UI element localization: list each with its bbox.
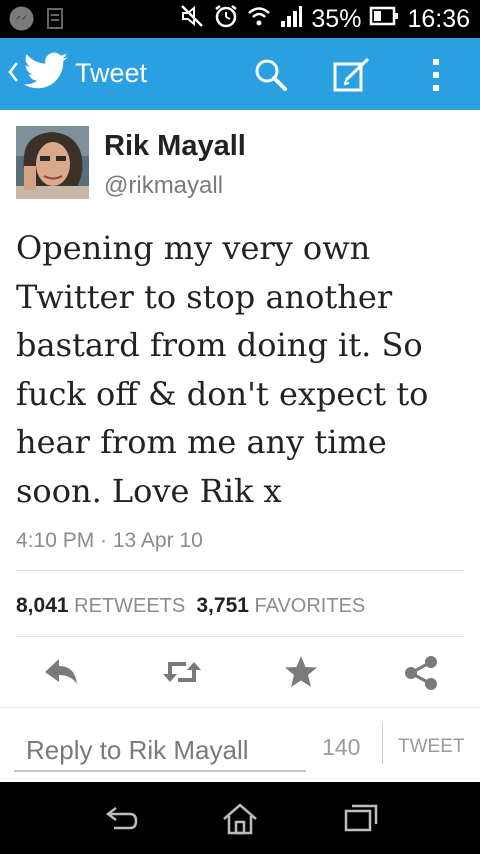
favorites-label[interactable]: FAVORITES [255, 595, 366, 617]
tweet-timestamp: 4:10 PM · 13 Apr 10 [16, 529, 203, 552]
recents-icon[interactable] [343, 802, 379, 839]
clock: 16:36 [407, 5, 470, 33]
favorite-icon[interactable] [283, 654, 319, 695]
action-bar: Tweet [0, 38, 480, 110]
tweet-stats: 8,041 RETWEETS 3,751 FAVORITES [16, 594, 365, 618]
favorites-count[interactable]: 3,751 [196, 594, 249, 617]
compose-icon[interactable] [332, 56, 372, 99]
reply-icon[interactable] [42, 654, 80, 695]
back-arrow-icon[interactable] [6, 58, 20, 91]
back-icon[interactable] [104, 802, 140, 839]
tweet-text: Opening my very own Twitter to stop anot… [16, 229, 429, 510]
search-icon[interactable] [252, 56, 290, 99]
signal-icon [279, 3, 303, 36]
retweet-icon[interactable] [162, 654, 202, 695]
divider [16, 570, 464, 571]
avatar[interactable] [16, 126, 89, 199]
share-icon[interactable] [402, 654, 440, 697]
battery-icon [369, 5, 399, 34]
alarm-icon [213, 3, 239, 36]
page-title[interactable]: Tweet [75, 58, 147, 89]
divider [16, 636, 464, 637]
mute-icon [179, 3, 205, 36]
home-icon[interactable] [221, 802, 259, 841]
tweet-button[interactable]: TWEET [398, 736, 465, 758]
status-bar: 35% 16:36 [0, 0, 480, 38]
author-handle[interactable]: @rikmayall [104, 172, 223, 200]
twitter-bird-icon[interactable] [22, 52, 70, 99]
battery-percent: 35% [311, 5, 362, 33]
navigation-bar [0, 782, 480, 854]
status-bar-left [8, 5, 67, 37]
author-name[interactable]: Rik Mayall [104, 130, 246, 163]
divider [382, 722, 383, 764]
notification-icon [45, 5, 67, 37]
status-bar-right: 35% 16:36 [179, 3, 470, 36]
wifi-icon [247, 3, 271, 36]
messenger-icon [8, 5, 35, 37]
retweets-label[interactable]: RETWEETS [74, 595, 185, 617]
overflow-menu-icon[interactable] [428, 56, 444, 99]
reply-input[interactable] [14, 730, 306, 772]
character-counter: 140 [322, 734, 361, 760]
retweets-count[interactable]: 8,041 [16, 594, 69, 617]
